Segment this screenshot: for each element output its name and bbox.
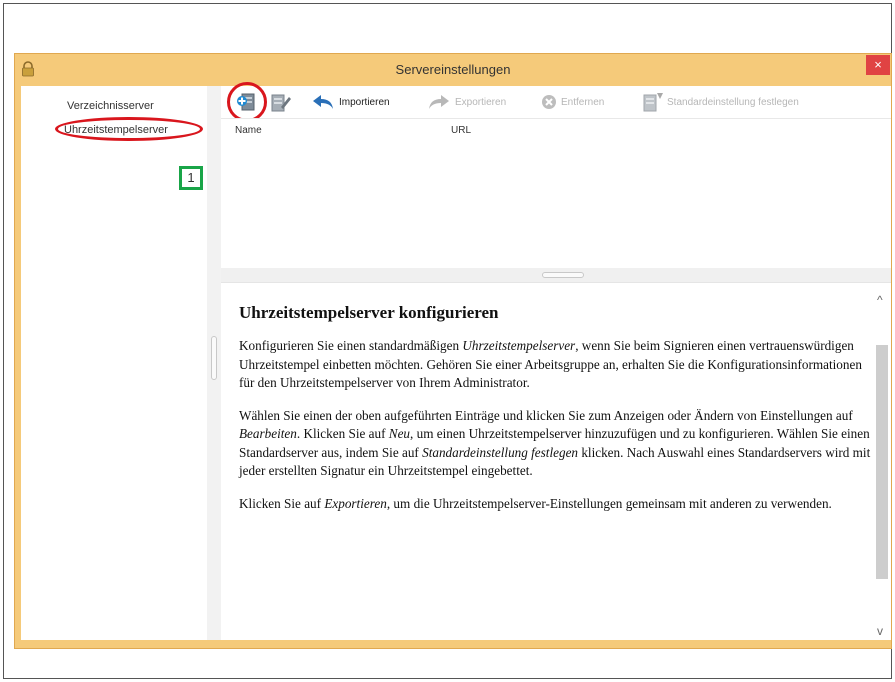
help-title: Uhrzeitstempelserver konfigurieren (239, 303, 499, 322)
scroll-up-arrow[interactable]: ^ (877, 293, 883, 307)
edit-button[interactable] (269, 91, 295, 113)
edit-server-icon (271, 94, 291, 112)
server-list[interactable]: Name URL (221, 118, 891, 268)
help-paragraph-2: Wählen Sie einen der oben aufgeführten E… (239, 407, 871, 479)
remove-button-label: Entfernen (561, 96, 605, 108)
export-button-label: Exportieren (455, 96, 507, 108)
horizontal-splitter[interactable] (221, 268, 891, 282)
help-panel: Uhrzeitstempelserver konfigurieren Konfi… (221, 282, 891, 640)
help-paragraph-3: Klicken Sie auf Exportieren, um die Uhrz… (239, 495, 832, 511)
scroll-down-arrow[interactable]: v (877, 624, 883, 638)
export-button[interactable]: Exportieren (427, 91, 506, 113)
export-arrow-icon (429, 95, 449, 109)
help-scrollbar[interactable]: ^ v (875, 283, 889, 640)
close-button[interactable]: × (866, 55, 890, 75)
set-default-icon (643, 93, 663, 112)
set-default-button[interactable]: Standardeinstellung festlegen (641, 91, 799, 113)
splitter-grip-horizontal[interactable] (542, 272, 584, 278)
step-badge-1: 1 (179, 166, 203, 190)
highlight-oval-sidebar (55, 117, 203, 141)
import-button-label: Importieren (339, 96, 390, 108)
highlight-oval-new-button (227, 82, 267, 122)
dialog-client-area: Verzeichnisserver Uhrzeitstempelserver 1 (21, 82, 891, 640)
splitter-grip[interactable] (211, 336, 217, 380)
import-button[interactable]: Importieren (311, 91, 390, 113)
vertical-splitter[interactable] (207, 86, 221, 640)
title-bar[interactable]: Servereinstellungen × (15, 54, 891, 86)
help-content: Uhrzeitstempelserver konfigurieren Konfi… (239, 303, 879, 527)
column-header-name[interactable]: Name (235, 125, 262, 136)
toolbar: Importieren Exportieren Entfernen Standa… (221, 82, 891, 144)
remove-button[interactable]: Entfernen (541, 91, 604, 113)
import-arrow-icon (313, 95, 333, 109)
sidebar-item-directory-servers[interactable]: Verzeichnisserver (21, 100, 207, 112)
category-sidebar: Verzeichnisserver Uhrzeitstempelserver 1 (21, 86, 207, 640)
help-paragraph-1: Konfigurieren Sie einen standardmäßigen … (239, 338, 862, 390)
scroll-thumb[interactable] (876, 345, 888, 579)
settings-dialog: Servereinstellungen × Verzeichnisserver … (14, 53, 892, 649)
column-header-url[interactable]: URL (451, 125, 471, 136)
window-title: Servereinstellungen (395, 62, 511, 77)
main-panel: Importieren Exportieren Entfernen Standa… (221, 82, 891, 640)
remove-icon (542, 95, 556, 109)
set-default-button-label: Standardeinstellung festlegen (667, 96, 799, 108)
